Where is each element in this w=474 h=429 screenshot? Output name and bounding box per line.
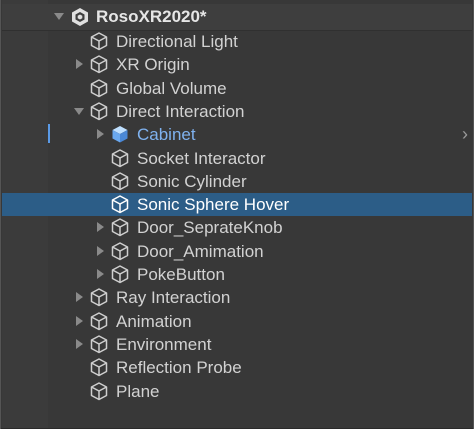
gameobject-cube-icon <box>110 194 130 214</box>
hierarchy-item-label: XR Origin <box>116 55 190 75</box>
gameobject-cube-icon <box>89 101 109 121</box>
gameobject-cube-icon <box>89 334 109 354</box>
hierarchy-item-label: Cabinet <box>137 125 196 145</box>
hierarchy-item-label: Directional Light <box>116 32 238 51</box>
hierarchy-item-label: Environment <box>116 334 212 354</box>
expand-arrow-icon[interactable] <box>76 59 83 70</box>
hierarchy-item-label: Direct Interaction <box>116 101 245 121</box>
hierarchy-item-label: Socket Interactor <box>137 148 266 168</box>
hierarchy-item-label: Sonic Cylinder <box>137 171 247 191</box>
gameobject-cube-icon <box>110 264 130 284</box>
gameobject-cube-icon <box>110 148 130 168</box>
scene-title: RosoXR2020* <box>96 7 207 26</box>
gameobject-cube-icon <box>89 381 109 401</box>
expand-arrow-icon[interactable] <box>76 292 83 303</box>
hierarchy-item-socket-interactor[interactable]: Socket Interactor <box>2 147 472 170</box>
hierarchy-item-reflection-probe[interactable]: Reflection Probe <box>2 356 472 379</box>
scene-root-row[interactable]: RosoXR2020* <box>2 4 472 31</box>
expand-arrow-icon[interactable] <box>97 269 104 279</box>
gameobject-cube-icon <box>89 357 109 377</box>
expand-arrow-icon[interactable] <box>76 315 83 326</box>
hierarchy-item-sonic-sphere-hover[interactable]: Sonic Sphere Hover <box>2 193 472 217</box>
gameobject-cube-icon <box>89 287 109 307</box>
hierarchy-item-global-volume[interactable]: Global Volume <box>2 77 472 100</box>
hierarchy-item-label: Sonic Sphere Hover <box>137 195 290 215</box>
hierarchy-item-door-amimation[interactable]: Door_Amimation <box>2 240 472 263</box>
hierarchy-item-label: Door_SeprateKnob <box>137 218 283 238</box>
hierarchy-item-label: Ray Interaction <box>116 288 231 308</box>
expand-arrow-icon[interactable] <box>54 13 64 20</box>
gameobject-cube-icon <box>89 78 109 98</box>
hierarchy-item-door-seprateknob[interactable]: Door_SeprateKnob <box>2 216 472 239</box>
expand-arrow-icon[interactable] <box>76 338 83 349</box>
hierarchy-item-sonic-cylinder[interactable]: Sonic Cylinder <box>2 170 472 193</box>
expand-arrow-icon[interactable] <box>97 245 104 256</box>
gameobject-cube-icon <box>110 171 130 191</box>
hierarchy-item-cabinet[interactable]: Cabinet › <box>2 123 472 146</box>
hierarchy-item-pokebutton[interactable]: PokeButton <box>2 263 472 286</box>
hierarchy-item-label: Door_Amimation <box>137 241 264 261</box>
hierarchy-item-environment[interactable]: Environment <box>2 333 472 356</box>
hierarchy-item-ray-interaction[interactable]: Ray Interaction <box>2 286 472 309</box>
hierarchy-item-label: Plane <box>116 381 160 401</box>
gameobject-cube-icon <box>89 31 109 51</box>
gameobject-cube-icon <box>89 54 109 74</box>
hierarchy-item-animation[interactable]: Animation <box>2 310 472 333</box>
hierarchy-item-label: PokeButton <box>137 265 225 284</box>
collapse-arrow-icon[interactable] <box>74 107 84 115</box>
hierarchy-item-label: Animation <box>116 311 192 331</box>
expand-arrow-icon[interactable] <box>97 222 104 233</box>
keyboard-focus-indicator <box>48 124 50 143</box>
prefab-open-chevron-icon[interactable]: › <box>462 123 468 146</box>
gameobject-cube-icon <box>110 241 130 261</box>
hierarchy-item-plane[interactable]: Plane <box>2 380 472 403</box>
hierarchy-item-label: Reflection Probe <box>116 358 242 378</box>
hierarchy-item-directional-light[interactable]: Directional Light <box>2 30 472 53</box>
gameobject-cube-icon <box>89 311 109 331</box>
prefab-cube-icon <box>110 124 130 144</box>
hierarchy-panel: RosoXR2020* Directional Light XR Origin … <box>0 0 474 429</box>
hierarchy-item-direct-interaction[interactable]: Direct Interaction <box>2 100 472 123</box>
hierarchy-item-xr-origin[interactable]: XR Origin <box>2 53 472 76</box>
hierarchy-item-label: Global Volume <box>116 78 227 98</box>
expand-arrow-icon[interactable] <box>97 129 104 140</box>
unity-scene-icon <box>70 7 90 27</box>
gameobject-cube-icon <box>110 217 130 237</box>
